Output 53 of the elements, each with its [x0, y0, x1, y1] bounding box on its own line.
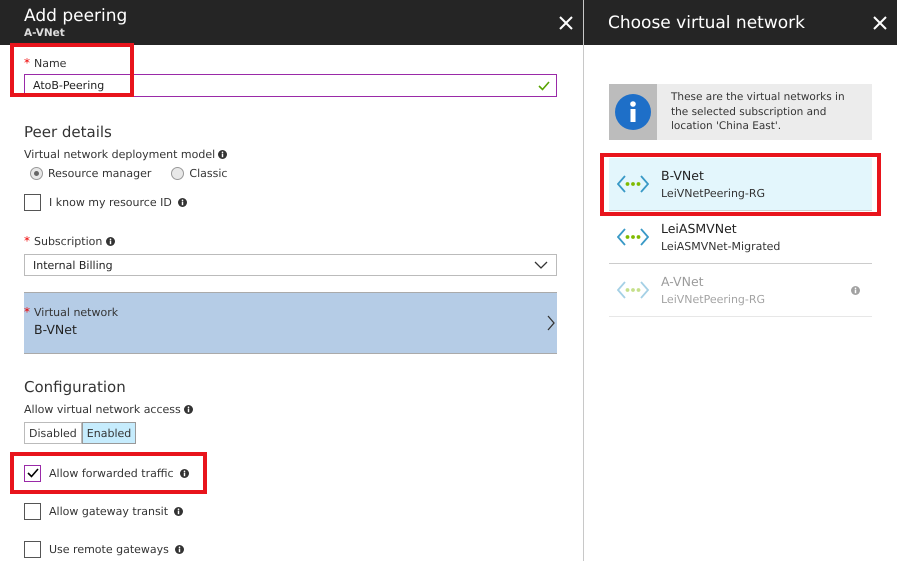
info-icon[interactable]: [178, 198, 187, 207]
checkbox[interactable]: [24, 502, 41, 520]
info-icon[interactable]: [184, 405, 193, 414]
virtual-network-icon: [617, 175, 649, 193]
network-name: B-VNet: [661, 168, 705, 183]
section-heading: Peer details: [24, 123, 113, 141]
info-icon[interactable]: [174, 544, 184, 554]
info-icon: [615, 94, 651, 130]
subscription-dropdown[interactable]: Internal Billing: [24, 254, 557, 276]
network-name: A-VNet: [661, 274, 705, 289]
checkbox[interactable]: [24, 194, 41, 211]
resource-group: LeiASMVNet-Migrated: [661, 240, 860, 253]
info-icon[interactable]: [180, 468, 189, 478]
checkbox[interactable]: [24, 540, 41, 558]
checkbox[interactable]: [24, 464, 41, 482]
info-icon[interactable]: [218, 150, 228, 159]
field-value: B-VNet: [34, 322, 78, 337]
resource-group: LeiVNetPeering-RG: [661, 187, 860, 200]
blade-title: Choose virtual network: [608, 12, 805, 34]
network-list-item[interactable]: LeiASMVNet LeiASMVNet-Migrated: [609, 211, 872, 264]
info-icon[interactable]: [106, 236, 116, 246]
field-label: Subscription: [34, 234, 102, 248]
field-label: Virtual network deployment model: [24, 148, 216, 161]
radio-option[interactable]: Resource manager: [30, 167, 152, 180]
network-name: LeiASMVNet: [661, 221, 738, 236]
required-mark: *: [24, 234, 30, 248]
name-field[interactable]: AtoB-Peering: [24, 74, 557, 97]
close-icon[interactable]: [873, 16, 887, 30]
toggle-option[interactable]: Disabled: [24, 422, 82, 444]
required-mark: *: [24, 56, 30, 70]
info-icon[interactable]: [174, 506, 184, 516]
checkbox-label: I know my resource ID: [49, 196, 172, 209]
chevron-down-icon: [534, 261, 548, 269]
chevron-right-icon: [547, 315, 555, 331]
field-label: Name: [34, 56, 66, 70]
virtual-network-selector[interactable]: * Virtual network B-VNet: [24, 292, 557, 354]
close-icon[interactable]: [559, 16, 573, 30]
blade-title: Add peering: [24, 5, 128, 27]
field-label: Allow virtual network access: [24, 403, 181, 416]
resource-group: LeiVNetPeering-RG: [661, 293, 839, 306]
network-list-item[interactable]: B-VNet LeiVNetPeering-RG: [609, 158, 872, 211]
field-label: Virtual network: [34, 306, 118, 319]
checkbox-label: Use remote gateways: [49, 542, 169, 556]
virtual-network-icon: [617, 228, 649, 246]
radio-option[interactable]: Classic: [171, 167, 228, 180]
blade-subtitle: A-VNet: [24, 27, 66, 40]
checkbox-label: Allow gateway transit: [49, 504, 168, 518]
required-mark: *: [24, 305, 30, 319]
info-text: These are the virtual networks in the selected subscription and location 'China East'.: [670, 90, 846, 134]
section-heading: Configuration: [24, 378, 127, 396]
checkbox-label: Allow forwarded traffic: [49, 466, 174, 480]
toggle-option[interactable]: Enabled: [82, 422, 136, 444]
virtual-network-icon: [617, 281, 649, 299]
